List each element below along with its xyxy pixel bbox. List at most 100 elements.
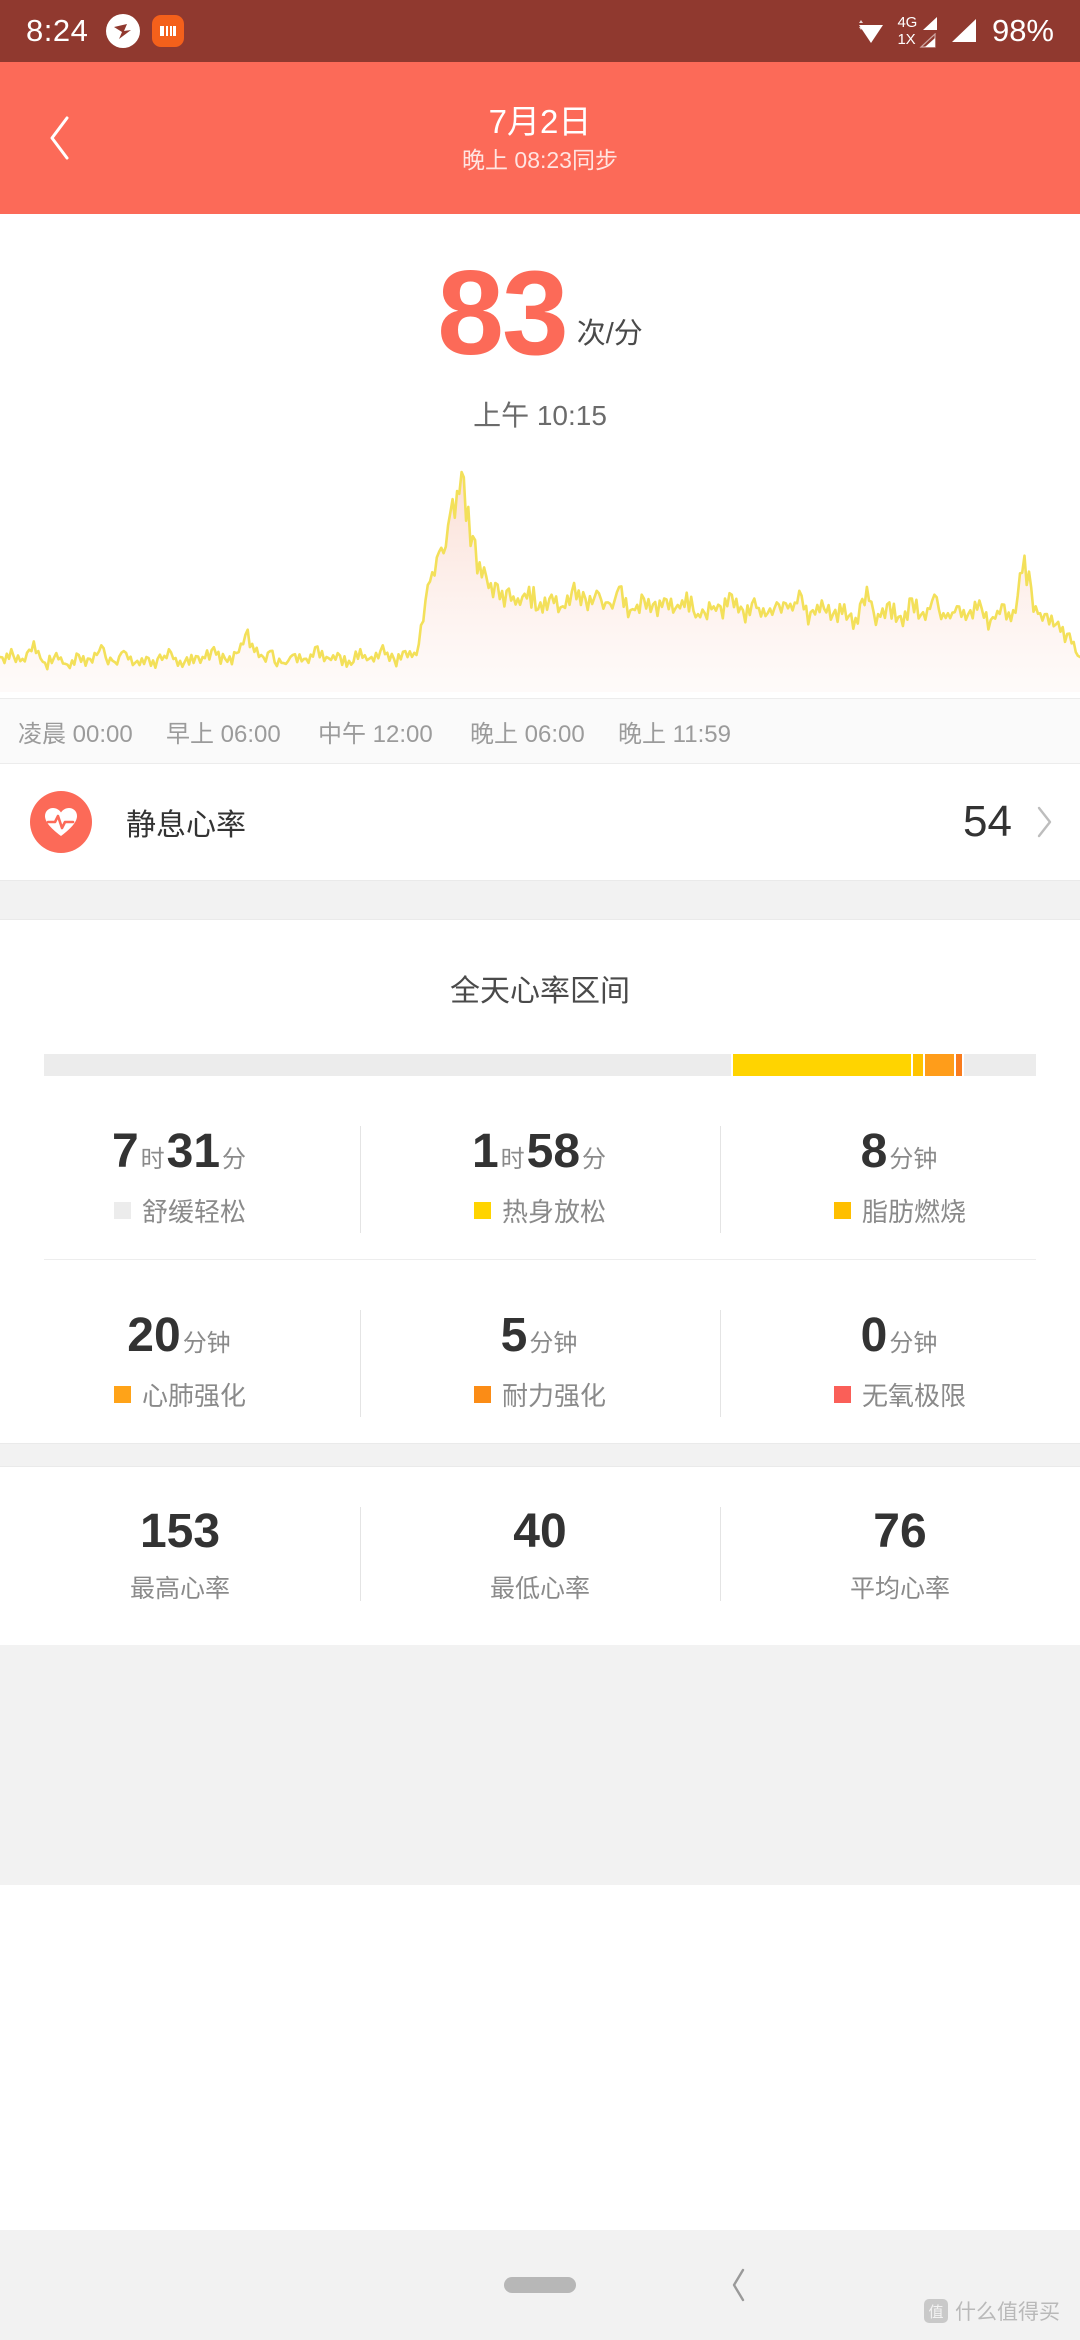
zone-bar-segment: [922, 1054, 954, 1076]
zone-bar-segment: [731, 1054, 911, 1076]
summary-label: 最高心率: [129, 1575, 230, 1603]
section-divider-2: [0, 1443, 1080, 1467]
zone-bar-segment: [44, 1054, 732, 1076]
zones-title: 全天心率区间: [450, 975, 630, 1008]
zones-row-2: 20 分钟 心肺强化 5 分钟 耐力强化 0 分钟 无氧极限: [0, 1304, 1080, 1443]
current-heart-rate-panel: 83 次/分 上午 10:15: [0, 214, 1080, 434]
chevron-right-icon[interactable]: [1034, 805, 1054, 839]
zone-duration: 7 时 31 分: [0, 1126, 360, 1178]
zone-label: 脂肪燃烧: [861, 1197, 966, 1227]
zone-minutes-unit: 分: [582, 1146, 607, 1173]
back-button[interactable]: [24, 62, 96, 214]
zone-cell-fatburn[interactable]: 8 分钟 脂肪燃烧: [720, 1120, 1080, 1259]
bird-icon: [106, 14, 141, 48]
zone-label: 无氧极限: [861, 1381, 966, 1411]
zone-legend: 脂肪燃烧: [720, 1192, 1080, 1229]
resting-heart-rate-label: 静息心率: [126, 809, 246, 842]
summary-value: 76: [873, 1505, 927, 1558]
watermark-icon: 值: [924, 2299, 948, 2323]
zone-minutes-unit: 分钟: [889, 1146, 938, 1173]
zone-color-swatch: [833, 1202, 851, 1219]
summary-cell-max: 153 最高心率: [0, 1503, 360, 1605]
heart-rate-summary: 153 最高心率 40 最低心率 76 平均心率: [0, 1467, 1080, 1645]
signal-icon-2: [951, 19, 976, 42]
zone-cell-anaerobic[interactable]: 0 分钟 无氧极限: [720, 1304, 1080, 1443]
system-navigation-bar: 值 什么值得买: [0, 2230, 1080, 2340]
page-filler: [0, 1645, 1080, 1885]
status-bar: 8:24 4G 1X 98%: [0, 0, 1080, 62]
zone-legend: 舒缓轻松: [0, 1192, 360, 1229]
summary-value: 40: [513, 1505, 567, 1558]
zones-stacked-bar: [44, 1054, 1036, 1076]
zone-cell-cardio[interactable]: 20 分钟 心肺强化: [0, 1304, 360, 1443]
resting-heart-rate-row[interactable]: 静息心率 54: [0, 764, 1080, 880]
section-divider-1: [0, 880, 1080, 920]
zone-legend: 耐力强化: [360, 1376, 720, 1413]
zone-label: 心肺强化: [141, 1381, 246, 1411]
zone-legend: 心肺强化: [0, 1376, 360, 1413]
axis-tick-2: 中午 12:00: [318, 720, 433, 748]
zone-minutes-unit: 分钟: [182, 1330, 231, 1357]
summary-label: 平均心率: [849, 1575, 950, 1603]
zones-row-1: 7 时 31 分 舒缓轻松 1 时 58 分 热身放松 8 分钟 脂肪燃烧: [0, 1120, 1080, 1259]
watermark-label: 什么值得买: [955, 2301, 1060, 2324]
summary-label: 最低心率: [489, 1575, 590, 1603]
zone-minutes: 5: [500, 1309, 528, 1362]
zone-legend: 热身放松: [360, 1192, 720, 1229]
measurement-time: 上午 10:15: [473, 400, 607, 431]
zone-label: 耐力强化: [501, 1381, 606, 1411]
zone-hours-unit: 时: [500, 1146, 525, 1173]
mi-app-icon: [152, 15, 185, 47]
zone-duration: 1 时 58 分: [360, 1126, 720, 1178]
resting-heart-rate-value: 54: [963, 797, 1012, 846]
zone-minutes: 8: [860, 1125, 888, 1178]
network-gen-label: 4G: [897, 14, 918, 31]
heart-pulse-icon: [30, 791, 92, 853]
nav-back-button[interactable]: [728, 2267, 750, 2303]
page-title: 7月2日: [488, 102, 592, 140]
zone-color-swatch: [473, 1202, 491, 1219]
heart-rate-zones-section: 全天心率区间 7 时 31 分 舒缓轻松 1 时 58 分 热身放松 8 分钟 …: [0, 920, 1080, 1443]
zone-color-swatch: [113, 1386, 131, 1403]
summary-cell-avg: 76 平均心率: [720, 1503, 1080, 1605]
axis-tick-1: 早上 06:00: [166, 720, 281, 748]
zone-cell-endurance[interactable]: 5 分钟 耐力强化: [360, 1304, 720, 1443]
axis-tick-4: 晚上 11:59: [618, 720, 731, 748]
heart-rate-sparkline: [0, 470, 1080, 692]
zone-duration: 0 分钟: [720, 1310, 1080, 1362]
zone-label: 舒缓轻松: [141, 1197, 246, 1227]
zone-label: 热身放松: [501, 1197, 606, 1227]
zone-minutes: 0: [860, 1309, 888, 1362]
zone-duration: 20 分钟: [0, 1310, 360, 1362]
status-bar-notification-icons: [106, 14, 185, 48]
zone-color-swatch: [833, 1386, 851, 1403]
chart-time-axis: 凌晨 00:00 早上 06:00 中午 12:00 晚上 06:00 晚上 1…: [0, 698, 1080, 764]
sync-status-label: 晚上 08:23同步: [462, 146, 618, 173]
zone-cell-warmup[interactable]: 1 时 58 分 热身放松: [360, 1120, 720, 1259]
zone-cell-relaxed[interactable]: 7 时 31 分 舒缓轻松: [0, 1120, 360, 1259]
bpm-value: 83: [437, 246, 568, 380]
zone-legend: 无氧极限: [720, 1376, 1080, 1413]
zone-minutes: 58: [526, 1125, 581, 1178]
zone-color-swatch: [473, 1386, 491, 1403]
status-bar-clock: 8:24: [26, 13, 89, 48]
home-pill-button[interactable]: [504, 2277, 576, 2293]
battery-percent: 98%: [991, 13, 1054, 48]
zones-row-divider: [44, 1259, 1036, 1260]
watermark: 值 什么值得买: [924, 2296, 1060, 2326]
zone-minutes-unit: 分钟: [889, 1330, 938, 1357]
wifi-icon: [858, 20, 883, 43]
axis-tick-0: 凌晨 00:00: [18, 720, 133, 748]
zone-duration: 5 分钟: [360, 1310, 720, 1362]
app-header: 7月2日 晚上 08:23同步: [0, 62, 1080, 214]
zone-bar-segment: [953, 1054, 962, 1076]
axis-tick-3: 晚上 06:00: [470, 720, 585, 748]
heart-rate-chart[interactable]: [0, 458, 1080, 698]
summary-cell-min: 40 最低心率: [360, 1503, 720, 1605]
zone-minutes: 20: [127, 1309, 181, 1362]
zone-minutes: 31: [166, 1125, 221, 1178]
zone-minutes-unit: 分: [222, 1146, 247, 1173]
zone-color-swatch: [113, 1202, 131, 1219]
zone-duration: 8 分钟: [720, 1126, 1080, 1178]
bpm-unit: 次/分: [576, 318, 643, 350]
